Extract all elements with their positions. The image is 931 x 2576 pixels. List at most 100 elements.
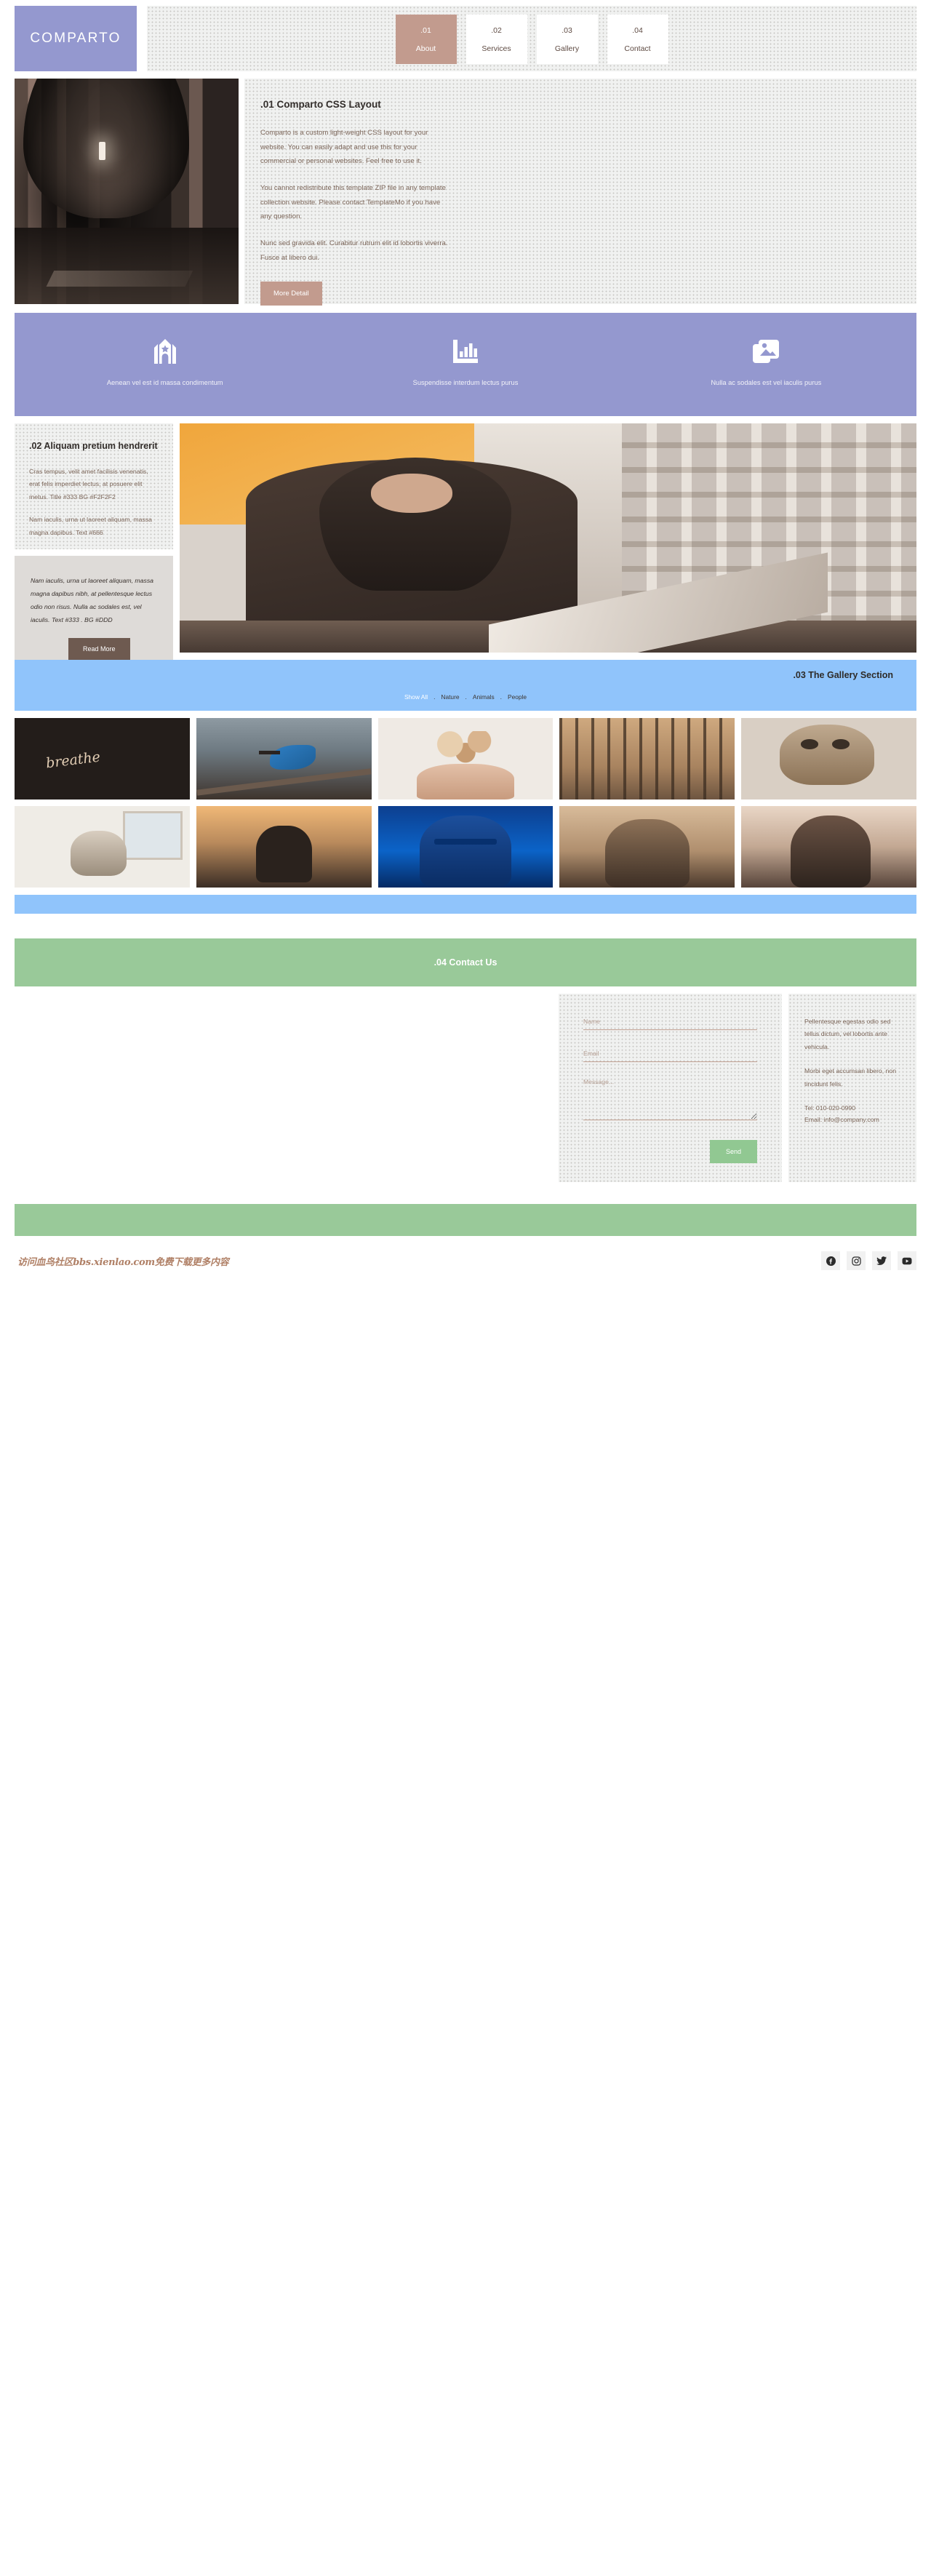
email-input[interactable]	[583, 1050, 757, 1062]
gallery-item-hands-holding-flowers[interactable]	[377, 718, 554, 799]
gallery-item-silhouette-sunset[interactable]	[196, 806, 372, 888]
gallery-item-cat-on-table[interactable]	[15, 806, 190, 888]
gallery-item-autumn-forest[interactable]	[559, 718, 735, 799]
footer-green-band	[15, 1204, 916, 1236]
read-more-button[interactable]: Read More	[68, 638, 130, 661]
name-input[interactable]	[583, 1018, 757, 1030]
person-face	[371, 474, 452, 513]
dried-flowers	[427, 730, 504, 764]
filter-separator: .	[500, 693, 502, 701]
floor-light-patch	[46, 270, 193, 287]
name-field-row	[583, 1014, 757, 1030]
gallery-filter-bar: Show All . Nature . Animals . People	[15, 693, 916, 701]
church-icon	[151, 339, 180, 364]
send-button[interactable]: Send	[709, 1140, 757, 1163]
nav-item-gallery[interactable]: .03 Gallery	[536, 15, 598, 64]
social-links	[821, 1251, 916, 1270]
woman-figure	[790, 816, 871, 888]
instagram-icon[interactable]	[847, 1251, 866, 1270]
bar-chart-icon	[451, 339, 480, 364]
cathedral-arcade-photo	[15, 79, 239, 304]
quote-text: Nam iaculis, urna ut laoreet aliquam, ma…	[31, 577, 153, 623]
section-02-quote-card: Nam iaculis, urna ut laoreet aliquam, ma…	[15, 556, 173, 661]
arch-vault	[23, 79, 190, 219]
section-02-paragraph-2: Nam iaculis, urna ut laoreet aliquam, ma…	[29, 516, 152, 536]
filter-separator: .	[433, 693, 436, 701]
silhouette-figure	[255, 825, 312, 883]
section-02-left-column: .02 Aliquam pretium hendrerit Cras tempu…	[15, 423, 173, 661]
more-detail-button[interactable]: More Detail	[260, 282, 322, 306]
nav-item-services[interactable]: .02 Services	[466, 15, 527, 64]
facebook-icon[interactable]	[821, 1251, 840, 1270]
owl-eye-left	[801, 739, 819, 749]
owl-body	[780, 724, 875, 785]
contact-email: Email: info@company.com	[804, 1116, 879, 1124]
section-02-text-card: .02 Aliquam pretium hendrerit Cras tempu…	[15, 423, 173, 550]
about-title: .01 Comparto CSS Layout	[260, 99, 381, 110]
bird-beak	[259, 750, 281, 755]
contact-header: .04 Contact Us	[15, 938, 916, 986]
hands	[416, 763, 515, 799]
site-header: COMPARTO .01 About .02 Services .03 Gall…	[0, 6, 931, 71]
woman-figure	[604, 818, 690, 888]
portrait-figure	[420, 816, 511, 888]
glasses	[433, 838, 498, 845]
brand-logo[interactable]: COMPARTO	[15, 6, 137, 71]
nav-number: .03	[562, 25, 572, 35]
contact-title: .04 Contact Us	[433, 957, 498, 968]
service-item-3[interactable]: Nulla ac sodales est vel iaculis purus	[616, 339, 916, 389]
main-navigation: .01 About .02 Services .03 Gallery .04 C…	[147, 6, 916, 71]
nav-number: .01	[420, 25, 431, 35]
owl-eye-right	[832, 739, 850, 749]
contact-info-panel: Pellentesque egestas odio sed tellus dic…	[788, 994, 916, 1182]
service-item-1[interactable]: Aenean vel est id massa condimentum	[15, 339, 315, 389]
nav-label: Contact	[624, 44, 651, 53]
nav-number: .04	[632, 25, 643, 35]
service-label: Suspendisse interdum lectus purus	[412, 379, 519, 387]
nav-item-contact[interactable]: .04 Contact	[607, 15, 668, 64]
youtube-icon[interactable]	[898, 1251, 916, 1270]
section-02: .02 Aliquam pretium hendrerit Cras tempu…	[15, 423, 916, 661]
gallery-item-smiling-woman-headband[interactable]	[559, 806, 735, 888]
service-item-2[interactable]: Suspendisse interdum lectus purus	[315, 339, 615, 389]
filter-separator: .	[465, 693, 467, 701]
brand-title: COMPARTO	[30, 31, 121, 46]
nav-number: .02	[491, 25, 502, 35]
contact-phone: Tel: 010-020-0990	[804, 1104, 856, 1112]
images-icon	[751, 339, 780, 364]
gallery-item-breathe-calligraphy[interactable]	[15, 718, 190, 799]
lantern-light	[98, 141, 105, 160]
nav-label: Gallery	[554, 44, 580, 53]
gallery-filter-show-all[interactable]: Show All	[404, 693, 428, 701]
gallery-filter-animals[interactable]: Animals	[473, 693, 495, 701]
stone-floor	[15, 227, 239, 304]
gallery-item-blue-light-portrait[interactable]	[377, 806, 554, 888]
email-field-row	[583, 1046, 757, 1062]
about-section: .01 Comparto CSS Layout Comparto is a cu…	[15, 79, 916, 306]
nav-label: About	[415, 44, 436, 53]
gallery-item-kingfisher-bird[interactable]	[196, 718, 372, 799]
about-paragraph-1: Comparto is a custom light-weight CSS la…	[260, 129, 428, 166]
contact-info-paragraph-1: Pellentesque egestas odio sed tellus dic…	[804, 1018, 891, 1050]
tree-trunks	[559, 718, 735, 799]
message-field-row	[583, 1078, 757, 1124]
contact-body: Send Pellentesque egestas odio sed tellu…	[15, 994, 916, 1182]
nav-item-about[interactable]: .01 About	[395, 15, 457, 64]
twitter-icon[interactable]	[872, 1251, 891, 1270]
window	[123, 810, 183, 860]
nav-label: Services	[482, 44, 511, 53]
gallery-item-owl-statue[interactable]	[741, 718, 916, 799]
gallery-filter-nature[interactable]: Nature	[441, 693, 459, 701]
send-row: Send	[583, 1140, 757, 1163]
contact-form: Send	[559, 994, 782, 1182]
gallery-filter-people[interactable]: People	[508, 693, 527, 701]
message-textarea[interactable]	[583, 1078, 757, 1120]
section-02-paragraph-1: Cras tempus, velit amet facilisis venena…	[29, 468, 148, 501]
gallery-header: .03 The Gallery Section Show All . Natur…	[15, 660, 916, 711]
gallery-item-woman-bokeh-portrait[interactable]	[741, 806, 916, 888]
about-paragraph-3: Nunc sed gravida elit. Curabitur rutrum …	[260, 239, 448, 262]
cat	[71, 830, 127, 877]
bird-body	[269, 744, 316, 770]
gallery-title: .03 The Gallery Section	[793, 670, 893, 680]
woman-with-laptop-photo	[180, 423, 916, 653]
